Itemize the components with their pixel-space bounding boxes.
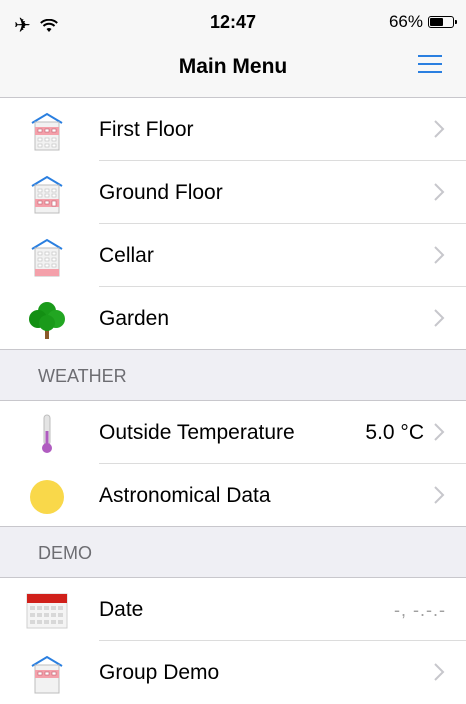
house-cellar-icon: [31, 238, 63, 277]
list-item-label: Group Demo: [99, 661, 220, 684]
house-group-icon: [31, 655, 63, 694]
list-item-label: Outside Temperature: [99, 421, 295, 444]
section-title: DEMO: [38, 543, 92, 563]
list-item-label: Garden: [99, 307, 170, 330]
page-title: Main Menu: [178, 55, 288, 78]
date-value: -, -.-.-: [394, 600, 446, 620]
list-item-label: Cellar: [99, 244, 154, 267]
thermometer-icon: [42, 414, 52, 453]
main-menu-list: First Floor Ground Floor Cellar Garden W…: [0, 98, 466, 704]
section-header-demo: DEMO: [0, 527, 466, 578]
chevron-right-icon: [434, 309, 445, 327]
section-title: WEATHER: [38, 366, 127, 386]
house-ground-floor-icon: [31, 175, 63, 214]
house-first-floor-icon: [31, 112, 63, 151]
navigation-bar: Main Menu: [0, 40, 466, 98]
list-item-astronomical-data[interactable]: Astronomical Data: [0, 464, 466, 527]
list-item-garden[interactable]: Garden: [0, 287, 466, 350]
sun-icon: [30, 480, 64, 514]
chevron-right-icon: [434, 663, 445, 681]
tree-icon: [29, 302, 65, 339]
list-item-label: Ground Floor: [99, 181, 223, 204]
chevron-right-icon: [434, 246, 445, 264]
status-right: 66%: [388, 12, 457, 32]
list-item-label: Astronomical Data: [99, 484, 271, 507]
hamburger-menu-icon[interactable]: [418, 53, 442, 75]
list-item-group-demo[interactable]: Group Demo: [0, 641, 466, 704]
section-header-weather: WEATHER: [0, 350, 466, 401]
chevron-right-icon: [434, 183, 445, 201]
list-item-date[interactable]: Date -, -.-.-: [0, 578, 466, 641]
list-item-first-floor[interactable]: First Floor: [0, 98, 466, 161]
list-item-ground-floor[interactable]: Ground Floor: [0, 161, 466, 224]
chevron-right-icon: [434, 120, 445, 138]
battery-icon: [428, 16, 457, 28]
list-item-outside-temperature[interactable]: Outside Temperature 5.0 °C: [0, 401, 466, 464]
calendar-icon: [26, 593, 68, 629]
list-item-label: First Floor: [99, 118, 194, 141]
chevron-right-icon: [434, 423, 445, 441]
battery-percent: 66%: [388, 12, 423, 31]
list-item-label: Date: [99, 598, 144, 621]
status-bar: ✈ 12:47 66%: [0, 0, 466, 40]
temperature-value: 5.0 °C: [365, 421, 424, 444]
list-item-cellar[interactable]: Cellar: [0, 224, 466, 287]
chevron-right-icon: [434, 486, 445, 504]
